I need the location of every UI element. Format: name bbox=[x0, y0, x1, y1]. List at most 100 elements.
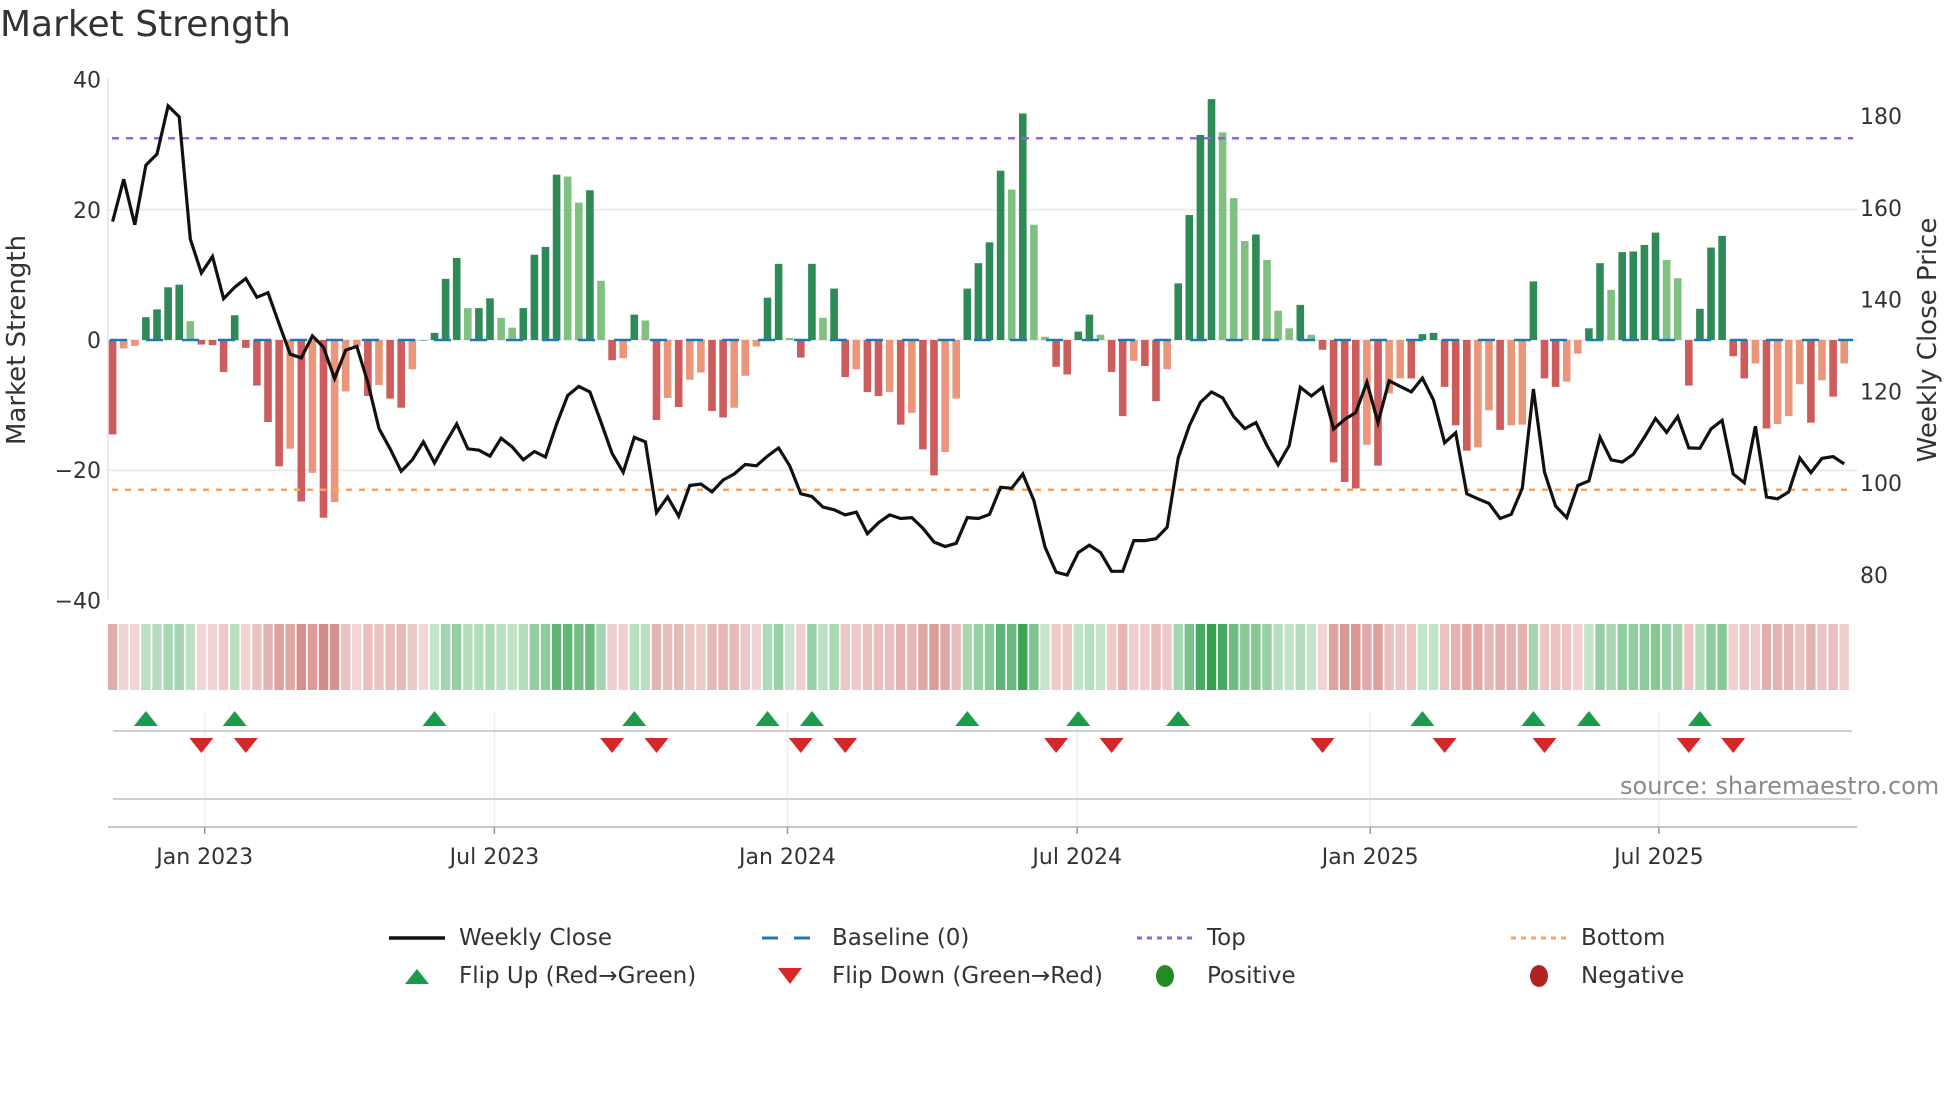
heat-strip-cell bbox=[563, 624, 573, 690]
top-legend-icon bbox=[1137, 926, 1193, 950]
heat-strip-cell bbox=[1129, 624, 1139, 690]
heat-strip-cell bbox=[241, 624, 251, 690]
heat-strip-cell bbox=[984, 624, 995, 690]
heat-strip-cell bbox=[1262, 624, 1272, 690]
strength-bar bbox=[774, 263, 783, 340]
heat-strip-cell bbox=[1417, 624, 1428, 690]
strength-bar bbox=[1662, 259, 1671, 340]
flip-up-marker bbox=[1521, 711, 1546, 726]
heat-strip-cell bbox=[1817, 624, 1827, 690]
heat-strip-cell bbox=[1384, 624, 1394, 690]
strength-bar bbox=[175, 284, 183, 340]
strength-bar bbox=[1340, 340, 1349, 482]
strength-bar bbox=[419, 340, 428, 341]
flip-up-marker bbox=[1166, 711, 1191, 726]
strength-bar bbox=[475, 308, 483, 340]
heat-strip-cell bbox=[1573, 624, 1583, 690]
positive-legend-icon bbox=[1137, 964, 1193, 988]
legend-item-flip-down: Flip Down (Green→Red) bbox=[762, 963, 1103, 989]
heat-strip-cell bbox=[1284, 624, 1294, 690]
y-tick-label: −20 bbox=[55, 459, 101, 484]
strength-bar bbox=[452, 257, 461, 340]
legend-label: Flip Up (Red→Green) bbox=[459, 963, 697, 989]
strength-bar bbox=[819, 317, 827, 340]
flip-up-marker bbox=[755, 711, 780, 726]
legend-item-bottom: Bottom bbox=[1511, 925, 1665, 951]
heat-strip-cell bbox=[773, 624, 784, 690]
heat-strip-cell bbox=[285, 624, 295, 690]
heat-strip-cell bbox=[540, 624, 551, 690]
strength-bar bbox=[630, 314, 639, 340]
strength-bar bbox=[652, 340, 661, 421]
x-tick-label: Jan 2023 bbox=[154, 845, 253, 870]
strength-bar bbox=[1174, 283, 1182, 340]
heat-strip-cell bbox=[862, 624, 873, 690]
heat-strip-cell bbox=[629, 624, 639, 690]
heat-strip-cell bbox=[1473, 624, 1483, 690]
strength-bar bbox=[719, 340, 727, 418]
strength-bar bbox=[1407, 340, 1416, 379]
heat-strip-cell bbox=[352, 624, 362, 690]
strength-bar bbox=[1141, 340, 1149, 367]
strength-bar bbox=[1740, 340, 1749, 379]
heat-strip-cell bbox=[596, 624, 606, 690]
legend-label: Weekly Close bbox=[459, 925, 612, 951]
strength-bar bbox=[1507, 340, 1515, 426]
flip-down-marker bbox=[233, 738, 258, 753]
strength-bar bbox=[1252, 234, 1260, 340]
strength-bar bbox=[186, 321, 195, 340]
heat-strip-cell bbox=[940, 624, 950, 690]
strength-bar bbox=[1218, 132, 1227, 340]
heat-strip-cell bbox=[1306, 624, 1317, 690]
strength-bar bbox=[1274, 310, 1282, 340]
strength-bar bbox=[641, 320, 650, 340]
y2-axis-label: Weekly Close Price bbox=[1913, 218, 1943, 463]
flip-down-marker bbox=[1044, 738, 1069, 753]
heat-strip-cell bbox=[1706, 624, 1716, 690]
heat-strip-cell bbox=[1151, 624, 1161, 690]
heat-strip-cell bbox=[1617, 624, 1627, 690]
strength-bar bbox=[741, 340, 750, 376]
strength-bar bbox=[941, 340, 949, 452]
strength-bar bbox=[1463, 340, 1471, 451]
legend-item-close: Weekly Close bbox=[389, 925, 612, 951]
heat-strip-cell bbox=[1684, 624, 1694, 690]
heat-strip-cell bbox=[196, 624, 207, 690]
heat-strip-cell bbox=[1395, 624, 1405, 690]
strength-bar bbox=[697, 340, 705, 373]
heat-strip-cell bbox=[829, 624, 839, 690]
heat-strip-cell bbox=[1106, 624, 1117, 690]
heat-strip-cell bbox=[107, 624, 118, 690]
heat-strip-cell bbox=[740, 624, 750, 690]
heat-strip-cell bbox=[152, 624, 162, 690]
strength-bar bbox=[1007, 189, 1016, 340]
strength-bar bbox=[1118, 340, 1127, 417]
heat-strip-cell bbox=[1184, 624, 1194, 690]
strength-bar bbox=[1207, 99, 1216, 340]
strength-heat-strip bbox=[107, 624, 1849, 690]
legend-item-top: Top bbox=[1137, 925, 1246, 951]
heat-strip-cell bbox=[707, 624, 717, 690]
strength-bar bbox=[1185, 215, 1194, 340]
strength-bar bbox=[1130, 340, 1138, 361]
strength-bar bbox=[896, 340, 905, 425]
heat-strip-cell bbox=[1661, 624, 1672, 690]
flip-down-marker bbox=[788, 738, 813, 753]
heat-strip-cell bbox=[418, 624, 429, 690]
strength-bar bbox=[1729, 340, 1737, 357]
flip-up-marker bbox=[222, 711, 247, 726]
legend-label: Positive bbox=[1207, 963, 1296, 989]
strength-bar bbox=[330, 340, 339, 503]
strength-bar bbox=[1485, 340, 1493, 411]
strength-bar bbox=[1074, 331, 1083, 340]
heat-strip-cell bbox=[1084, 624, 1095, 690]
strength-bar bbox=[208, 340, 217, 346]
heat-strip-cell bbox=[1195, 624, 1206, 690]
heat-strip-cell bbox=[252, 624, 262, 690]
strength-bar bbox=[1374, 340, 1382, 466]
heat-strip-cell bbox=[230, 624, 240, 690]
heat-strip-cell bbox=[1217, 624, 1228, 690]
strength-bar bbox=[1229, 198, 1238, 340]
legend-item-positive: Positive bbox=[1137, 963, 1296, 989]
heat-strip-cell bbox=[1095, 624, 1106, 690]
